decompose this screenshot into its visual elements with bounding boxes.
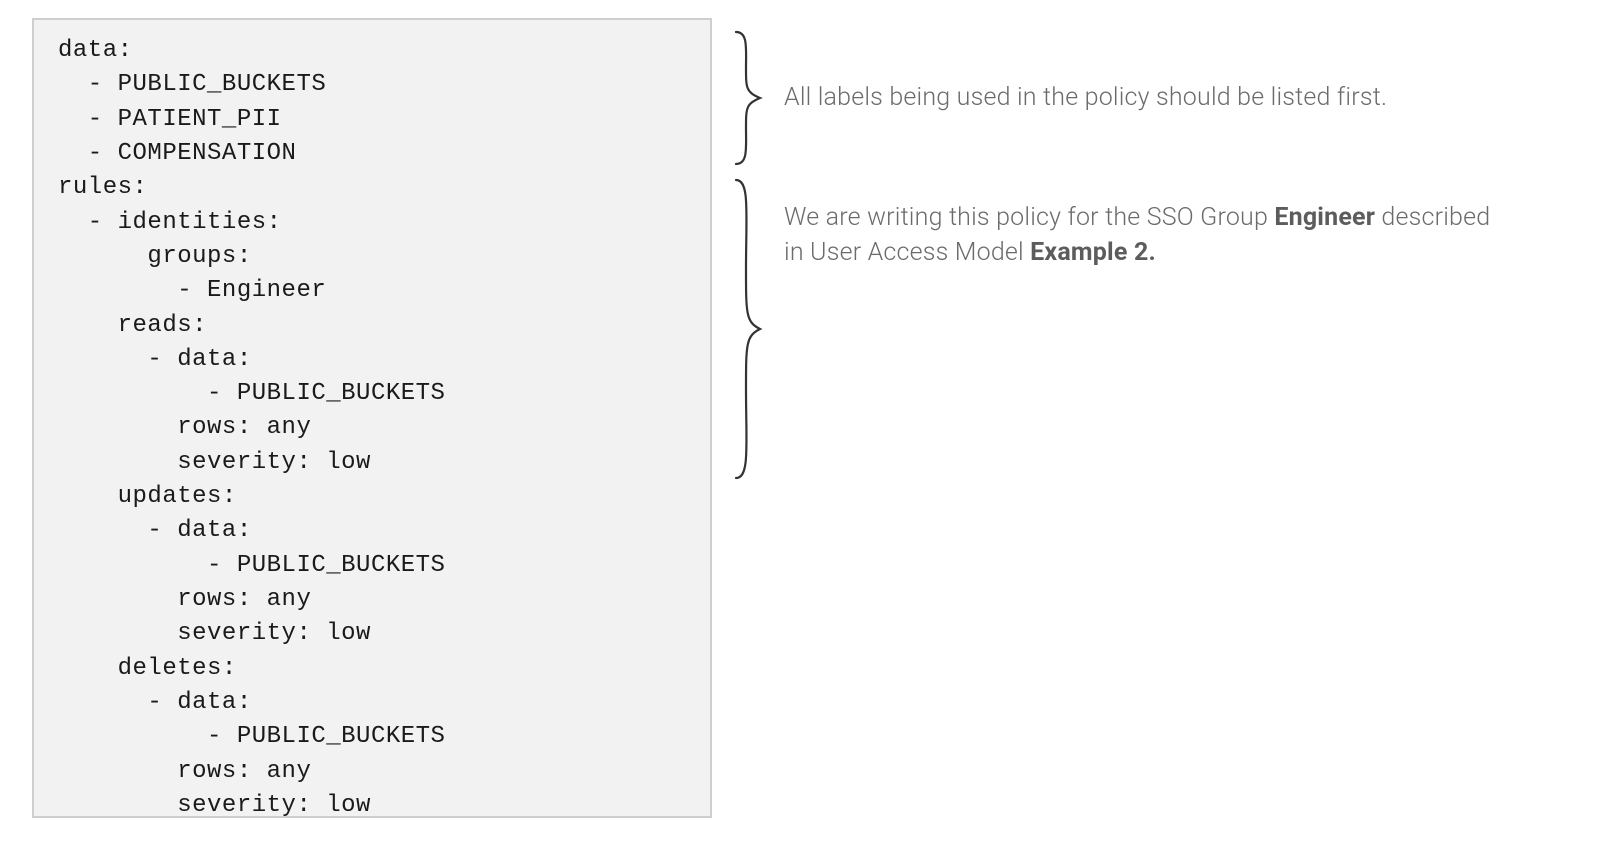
annotation-bold-example: Example 2. <box>1030 238 1156 267</box>
figure-container: data: - PUBLIC_BUCKETS - PATIENT_PII - C… <box>32 18 1568 818</box>
annotation-text: We are writing this policy for the SSO G… <box>784 203 1274 232</box>
annotations-column: All labels being used in the policy shou… <box>784 18 1504 270</box>
annotation-labels-first: All labels being used in the policy shou… <box>784 80 1387 115</box>
annotation-sso-group: We are writing this policy for the SSO G… <box>784 200 1504 270</box>
curly-brace-icon <box>730 174 766 484</box>
annotation-bold-engineer: Engineer <box>1274 203 1375 232</box>
curly-brace-icon <box>730 28 766 168</box>
policy-code-block: data: - PUBLIC_BUCKETS - PATIENT_PII - C… <box>32 18 712 818</box>
brace-column <box>730 18 766 484</box>
